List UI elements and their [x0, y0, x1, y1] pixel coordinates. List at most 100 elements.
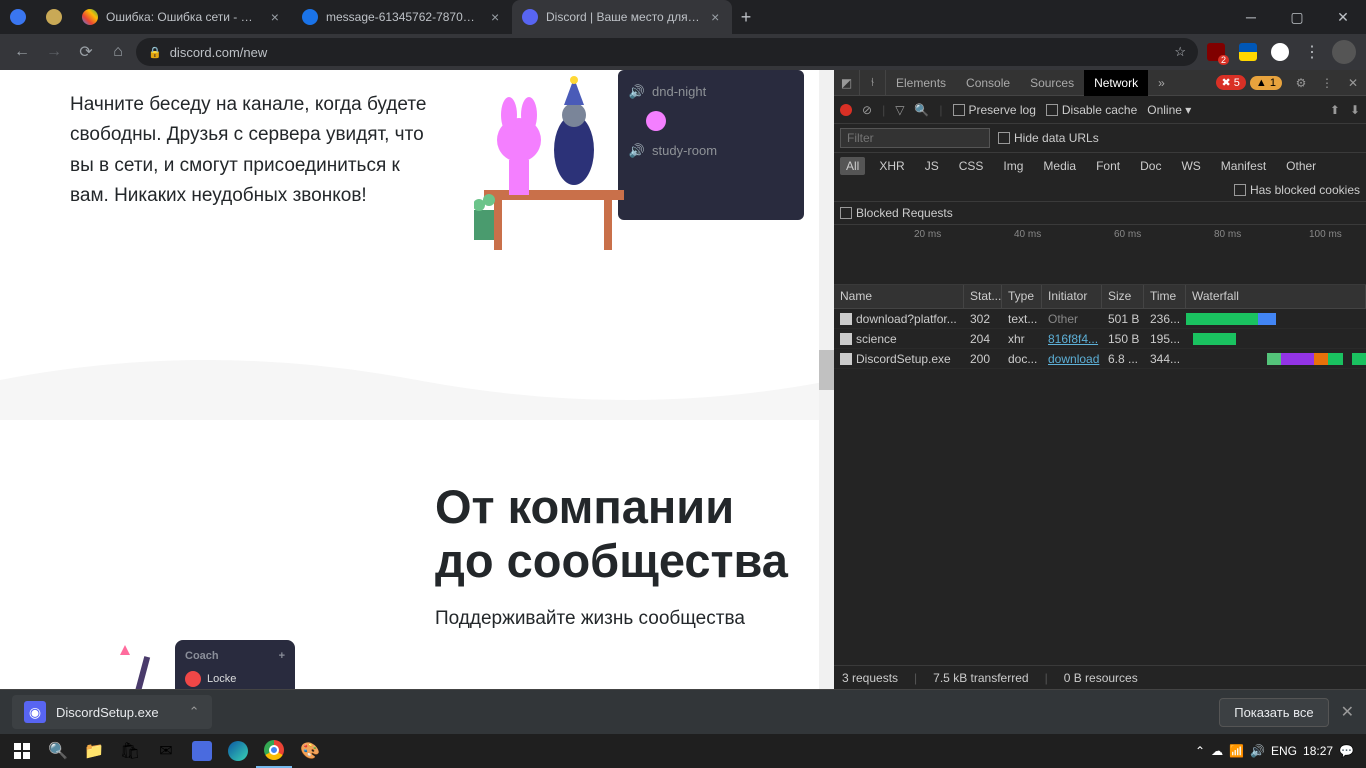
reload-button[interactable]: ⟳ [72, 38, 100, 66]
volume-icon[interactable]: 🔊 [1250, 744, 1265, 758]
disable-cache-checkbox[interactable]: Disable cache [1046, 103, 1137, 117]
tab-4[interactable]: Discord | Ваше место для общен× [512, 0, 732, 34]
filter-css[interactable]: CSS [953, 157, 990, 175]
back-button[interactable]: ← [8, 38, 36, 66]
chrome-icon[interactable] [256, 734, 292, 768]
home-button[interactable]: ⌂ [104, 38, 132, 66]
tab-3[interactable]: message-61345762-7870257293× [292, 0, 512, 34]
upload-icon[interactable]: ⬆ [1330, 103, 1340, 117]
filter-font[interactable]: Font [1090, 157, 1126, 175]
filter-media[interactable]: Media [1037, 157, 1082, 175]
scrollbar[interactable] [819, 70, 834, 689]
tab-1[interactable] [36, 0, 72, 34]
download-icon[interactable]: ⬇ [1350, 103, 1360, 117]
explorer-icon[interactable]: 📁 [76, 734, 112, 768]
filter-manifest[interactable]: Manifest [1215, 157, 1272, 175]
warning-badge[interactable]: ▲ 1 [1250, 76, 1282, 90]
taskbar: 🔍 📁 🛍 ✉ 🎨 ⌃ ☁ 📶 🔊 ENG 18:27 💬 [0, 734, 1366, 768]
paint-icon[interactable]: 🎨 [292, 734, 328, 768]
show-all-button[interactable]: Показать все [1219, 698, 1328, 727]
url-field[interactable]: 🔒 discord.com/new ☆ [136, 38, 1198, 66]
hide-urls-checkbox[interactable]: Hide data URLs [998, 131, 1099, 145]
close-icon[interactable]: × [488, 9, 502, 25]
onedrive-icon[interactable]: ☁ [1211, 744, 1223, 758]
extension-1[interactable] [1234, 38, 1262, 66]
discord-icon: ◉ [24, 701, 46, 723]
tray-chevron[interactable]: ⌃ [1195, 744, 1205, 758]
table-row[interactable]: science204xhr816f8f4...150 B195... [834, 329, 1366, 349]
blocked-requests-checkbox[interactable]: Blocked Requests [840, 206, 953, 220]
gear-icon[interactable]: ⚙ [1288, 70, 1314, 96]
forward-button[interactable]: → [40, 38, 68, 66]
section-heading: От компании до сообщества [435, 480, 794, 588]
wave-divider [0, 340, 834, 420]
tab-0[interactable] [0, 0, 36, 34]
throttle-select[interactable]: Online ▾ [1147, 103, 1191, 117]
tab-console[interactable]: Console [956, 70, 1020, 96]
network-table-header: Name Stat... Type Initiator Size Time Wa… [834, 285, 1366, 309]
close-button[interactable]: ✕ [1320, 0, 1366, 34]
table-row[interactable]: download?platfor...302text...Other501 B2… [834, 309, 1366, 329]
address-bar: ← → ⟳ ⌂ 🔒 discord.com/new ☆ 2 ⋮ [0, 34, 1366, 70]
wifi-icon[interactable]: 📶 [1229, 744, 1244, 758]
device-icon[interactable]: ⫮ [860, 70, 886, 96]
edge-icon[interactable] [220, 734, 256, 768]
close-icon[interactable]: × [268, 9, 282, 25]
download-bar: ◉ DiscordSetup.exe ⌃ Показать все ✕ [0, 689, 1366, 734]
chevron-up-icon[interactable]: ⌃ [189, 704, 200, 720]
start-button[interactable] [4, 734, 40, 768]
filter-input[interactable] [840, 128, 990, 148]
bookmark-icon[interactable]: ☆ [1174, 44, 1186, 60]
filter-ws[interactable]: WS [1175, 157, 1206, 175]
close-icon[interactable]: × [708, 9, 722, 25]
error-badge[interactable]: ✖ 5 [1216, 75, 1246, 90]
filter-icon[interactable]: ▽ [895, 103, 904, 117]
filter-doc[interactable]: Doc [1134, 157, 1167, 175]
page-content: Начните беседу на канале, когда будете с… [0, 70, 834, 689]
filter-all[interactable]: All [840, 157, 865, 175]
network-timeline[interactable]: 20 ms 40 ms 60 ms 80 ms 100 ms [834, 225, 1366, 285]
clock[interactable]: 18:27 [1303, 744, 1333, 758]
table-row[interactable]: DiscordSetup.exe200doc...download6.8 ...… [834, 349, 1366, 369]
network-table-body: download?platfor...302text...Other501 B2… [834, 309, 1366, 369]
close-devtools[interactable]: ✕ [1340, 70, 1366, 96]
app-icon[interactable] [184, 734, 220, 768]
store-icon[interactable]: 🛍 [112, 734, 148, 768]
url-text: discord.com/new [170, 45, 268, 60]
menu-button[interactable]: ⋮ [1298, 38, 1326, 66]
filter-other[interactable]: Other [1280, 157, 1322, 175]
inspect-icon[interactable]: ◩ [834, 70, 860, 96]
feature-paragraph: Начните беседу на канале, когда будете с… [70, 90, 430, 212]
download-item[interactable]: ◉ DiscordSetup.exe ⌃ [12, 695, 212, 729]
tab-2[interactable]: Ошибка: Ошибка сети - Google× [72, 0, 292, 34]
new-tab-button[interactable]: + [732, 3, 760, 31]
filter-js[interactable]: JS [919, 157, 945, 175]
maximize-button[interactable]: ▢ [1274, 0, 1320, 34]
preserve-log-checkbox[interactable]: Preserve log [953, 103, 1036, 117]
clear-icon[interactable]: ⊘ [862, 103, 872, 117]
filter-img[interactable]: Img [997, 157, 1029, 175]
close-downloadbar[interactable]: ✕ [1341, 702, 1354, 722]
search-icon[interactable]: 🔍 [40, 734, 76, 768]
record-button[interactable] [840, 104, 852, 116]
tab-network[interactable]: Network [1084, 70, 1148, 96]
tab-elements[interactable]: Elements [886, 70, 956, 96]
scrollbar-thumb[interactable] [819, 350, 834, 390]
minimize-button[interactable]: ─ [1228, 0, 1274, 34]
language-indicator[interactable]: ENG [1271, 744, 1297, 758]
mail-icon[interactable]: ✉ [148, 734, 184, 768]
roles-card: Coach+ Locke Phibi Student Lead Graggle [175, 640, 295, 689]
blocked-cookies-checkbox[interactable]: Has blocked cookies [1234, 183, 1360, 197]
tab-sources[interactable]: Sources [1020, 70, 1084, 96]
illustration-voice: 🔊dnd-night 🔊study-room [474, 70, 804, 250]
plus-icon: + [279, 650, 285, 662]
extension-ublock[interactable]: 2 [1202, 38, 1230, 66]
profile-avatar[interactable] [1330, 38, 1358, 66]
search-icon[interactable]: 🔍 [914, 103, 929, 117]
lock-icon: 🔒 [148, 46, 162, 59]
extension-2[interactable] [1266, 38, 1294, 66]
tab-more[interactable]: » [1148, 70, 1175, 96]
notifications-icon[interactable]: 💬 [1339, 744, 1354, 758]
kebab-icon[interactable]: ⋮ [1314, 70, 1340, 96]
filter-xhr[interactable]: XHR [873, 157, 910, 175]
